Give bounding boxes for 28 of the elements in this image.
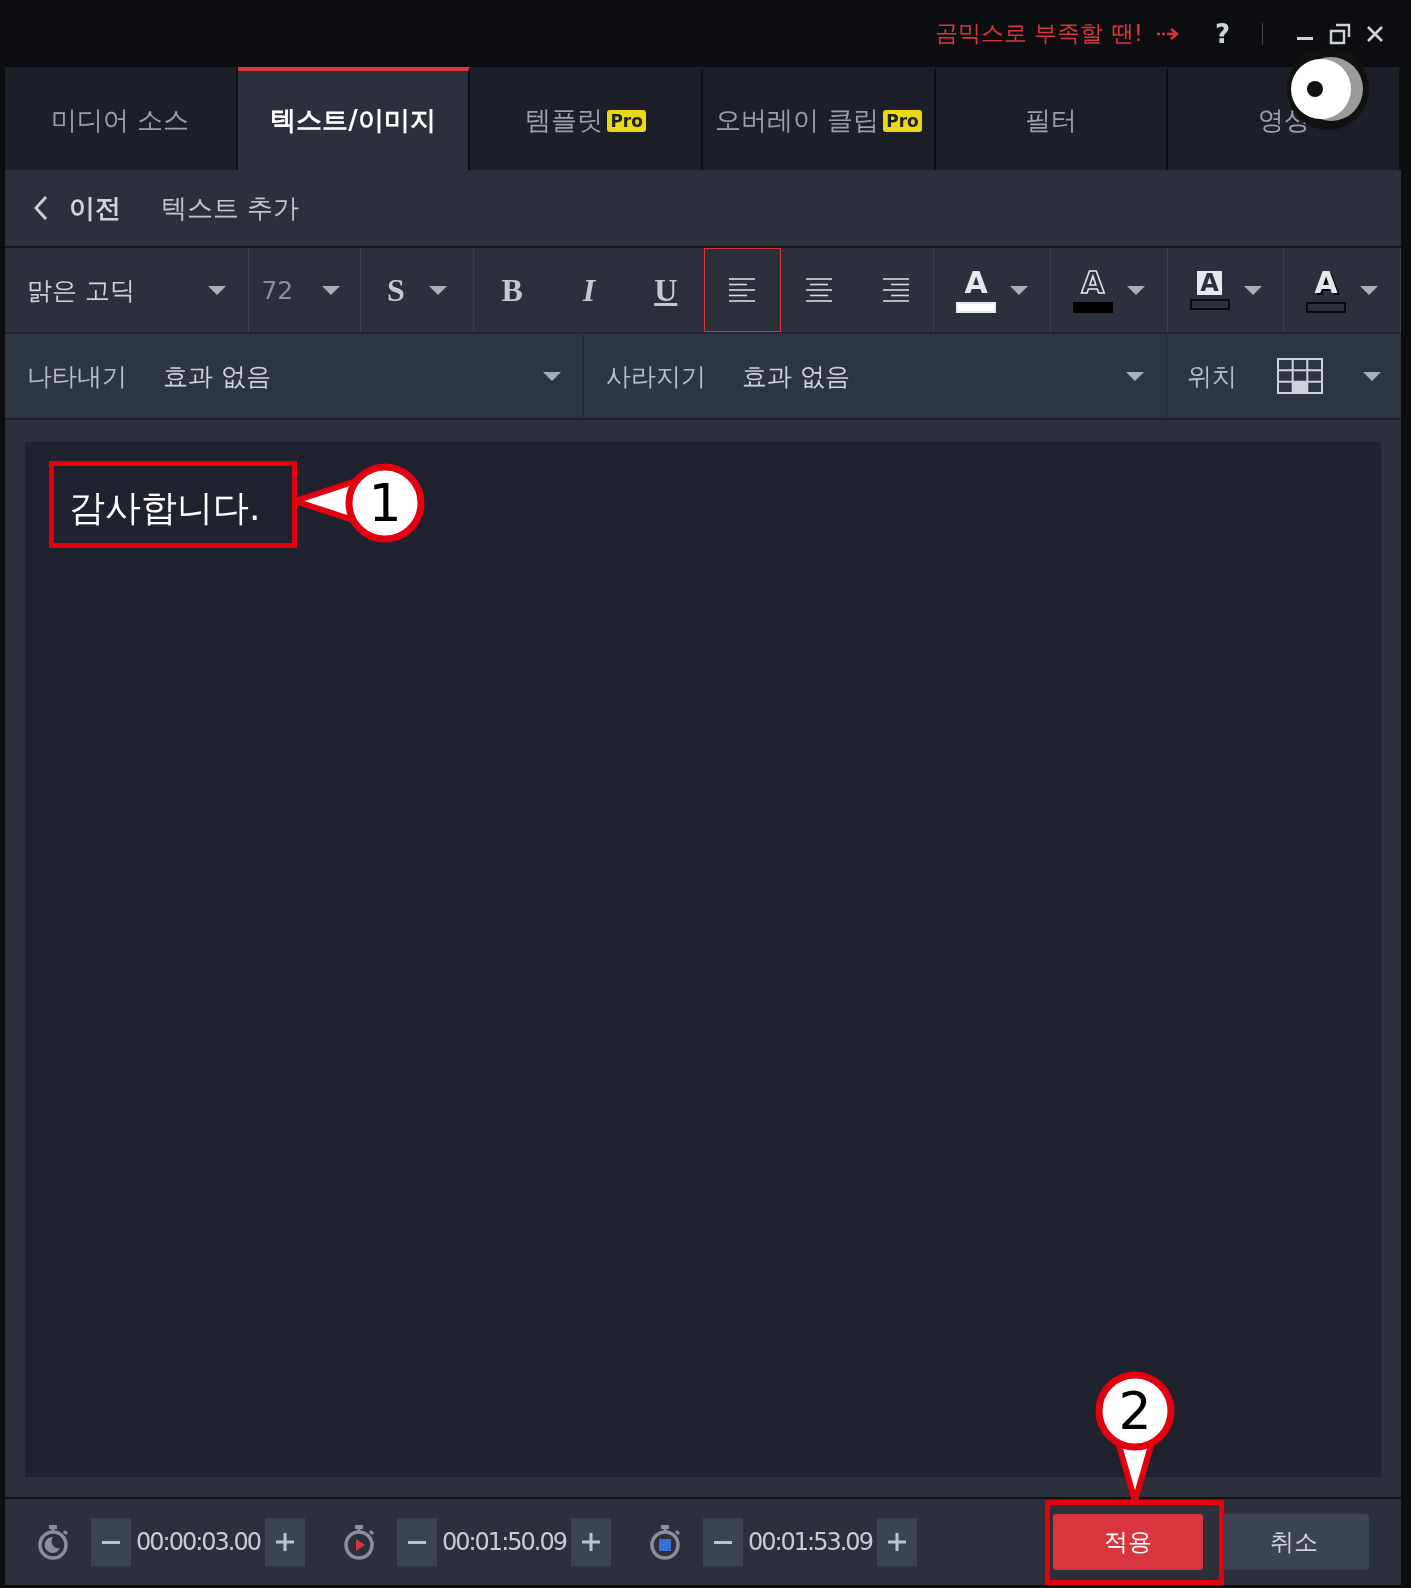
- font-size-dropdown[interactable]: 72: [249, 248, 362, 332]
- text-style-button[interactable]: I: [550, 248, 628, 332]
- tab[interactable]: 필터: [935, 67, 1169, 170]
- text-style-button[interactable]: B: [473, 248, 551, 332]
- text-color-dropdown[interactable]: A: [1051, 248, 1168, 332]
- apply-button[interactable]: 적용: [1053, 1514, 1203, 1570]
- time-field[interactable]: 00:01:53.09: [742, 1518, 877, 1566]
- page-title: 텍스트 추가: [161, 191, 300, 225]
- pro-badge: Pro: [607, 109, 646, 132]
- position-dropdown[interactable]: 위치: [1167, 334, 1401, 418]
- tab[interactable]: 템플릿 Pro: [470, 67, 703, 170]
- font-dropdown[interactable]: 맑은 고딕: [5, 248, 250, 332]
- tab[interactable]: 오버레이 클립 Pro: [703, 67, 936, 170]
- disappear-effect-dropdown[interactable]: 사라지기 효과 없음: [584, 334, 1167, 418]
- text-color-dropdown[interactable]: A: [934, 248, 1052, 332]
- promo-link[interactable]: 곰믹스로 부족할 땐!: [935, 18, 1143, 49]
- tab[interactable]: 텍스트/이미지: [237, 67, 471, 170]
- help-button[interactable]: ?: [1214, 18, 1230, 49]
- appear-effect-dropdown[interactable]: 나타내기 효과 없음: [5, 334, 584, 418]
- text-style-button[interactable]: S: [361, 248, 474, 332]
- text-color-dropdown[interactable]: A: [1167, 248, 1285, 332]
- back-button[interactable]: 이전: [33, 190, 121, 226]
- time-field[interactable]: 00:01:50.09: [436, 1518, 571, 1566]
- editor-text: 감사합니다.: [69, 487, 261, 528]
- pro-badge: Pro: [883, 109, 922, 132]
- text-style-button[interactable]: U: [627, 248, 705, 332]
- time-field[interactable]: 00:00:03.00: [131, 1518, 265, 1566]
- text-color-dropdown[interactable]: A: [1284, 248, 1401, 332]
